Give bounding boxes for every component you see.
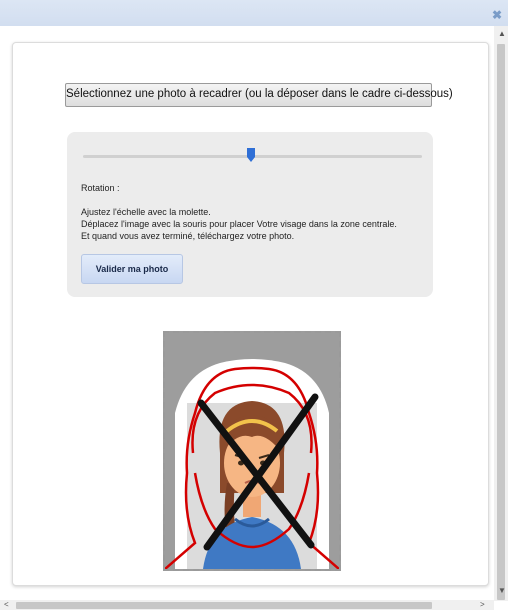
vertical-scrollbar[interactable]: ▲ ▼	[494, 26, 508, 601]
instruction-line: Ajustez l'échelle avec la molette.	[81, 207, 211, 217]
rotation-label: Rotation :	[81, 183, 120, 193]
scroll-up-arrow-icon[interactable]: ▲	[498, 30, 506, 38]
window-titlebar: ✖	[0, 0, 508, 26]
vertical-scroll-thumb[interactable]	[497, 44, 505, 600]
select-photo-button[interactable]: Sélectionnez une photo à recadrer (ou la…	[65, 83, 453, 107]
scroll-down-arrow-icon[interactable]: ▼	[498, 587, 506, 595]
validate-photo-button[interactable]: Valider ma photo	[81, 254, 183, 284]
horizontal-scrollbar[interactable]: < >	[0, 600, 494, 610]
scroll-right-arrow-icon[interactable]: >	[480, 601, 485, 609]
photo-preview	[165, 359, 339, 569]
close-icon[interactable]: ✖	[492, 9, 502, 21]
horizontal-scroll-thumb[interactable]	[16, 602, 432, 609]
photo-crop-frame[interactable]	[163, 331, 341, 571]
instruction-line: Déplacez l'image avec la souris pour pla…	[81, 219, 397, 229]
instruction-line: Et quand vous avez terminé, téléchargez …	[81, 231, 295, 241]
scale-slider-thumb[interactable]	[247, 148, 255, 162]
scroll-left-arrow-icon[interactable]: <	[4, 601, 9, 609]
